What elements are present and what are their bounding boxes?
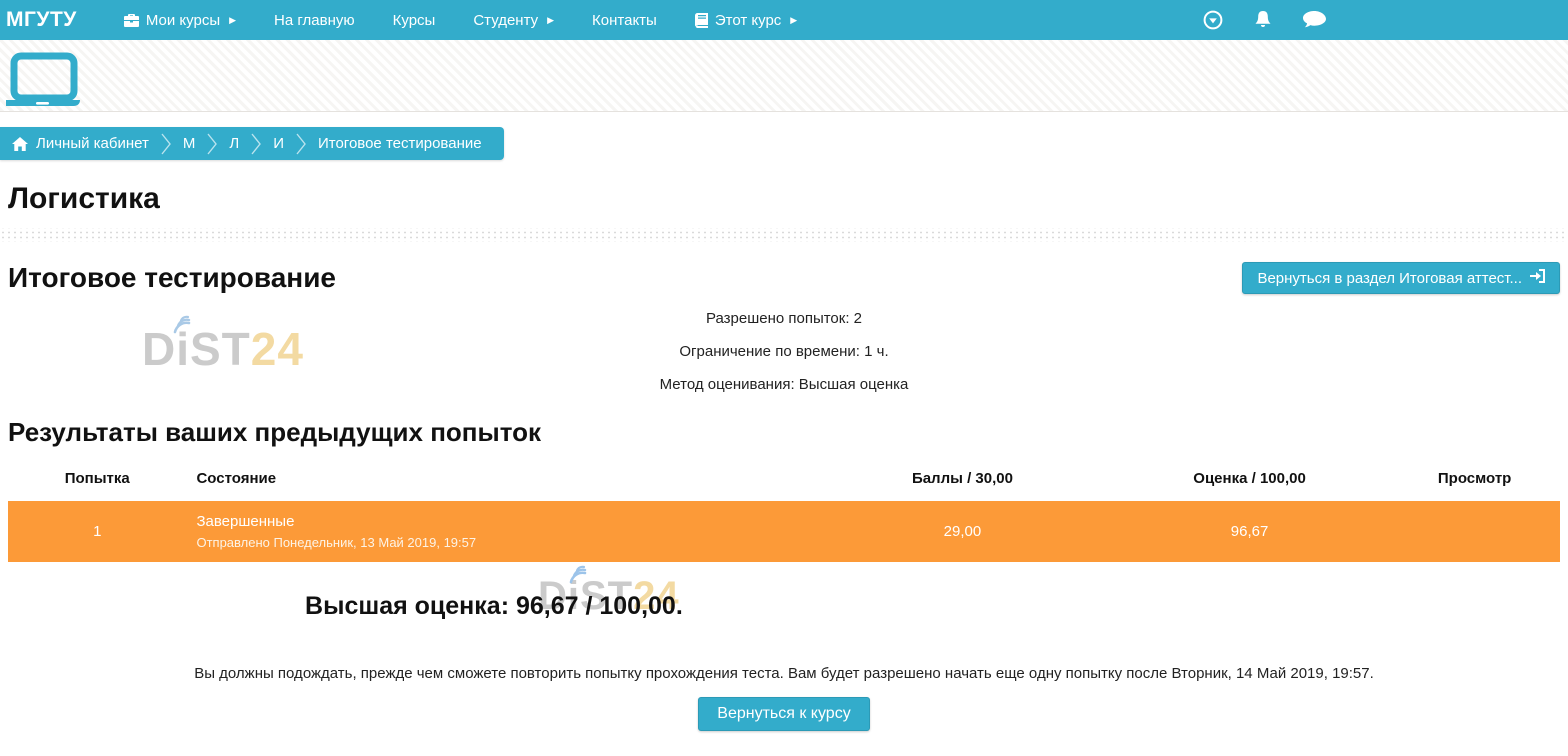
state-submitted-date: Отправлено Понедельник, 13 Май 2019, 19:… xyxy=(196,535,805,550)
final-grade-block: DiST24 Высшая оценка: 96,67 / 100,00. xyxy=(0,592,988,621)
breadcrumb-home-link[interactable]: Личный кабинет xyxy=(36,135,149,152)
chevron-separator-icon xyxy=(161,133,171,155)
back-to-section-label: Вернуться в раздел Итоговая аттест... xyxy=(1257,270,1522,287)
back-to-section-button[interactable]: Вернуться в раздел Итоговая аттест... xyxy=(1242,262,1560,294)
nav-item-my-courses[interactable]: Мои курсы ▶ xyxy=(105,0,255,40)
quiz-info-grading-method: Метод оценивания: Высшая оценка xyxy=(0,376,1568,393)
main-content: Логистика Итоговое тестирование Вернутьс… xyxy=(0,182,1568,731)
quiz-info-block: DiST24 Разрешено попыток: 2 Ограничение … xyxy=(0,310,1568,393)
quiz-title: Итоговое тестирование xyxy=(8,262,336,294)
breadcrumb-link-l[interactable]: Л xyxy=(229,135,239,152)
breadcrumb-link-m[interactable]: М xyxy=(183,135,196,152)
briefcase-icon xyxy=(124,14,139,27)
table-header-row: Попытка Состояние Баллы / 30,00 Оценка /… xyxy=(8,456,1560,501)
sign-in-arrow-icon xyxy=(1530,269,1545,287)
dotted-divider xyxy=(0,228,1568,242)
breadcrumb-link-i[interactable]: И xyxy=(273,135,284,152)
state-label: Завершенные xyxy=(196,513,805,530)
nav-items: Мои курсы ▶ На главную Курсы Студенту ▶ … xyxy=(105,0,816,40)
quiz-header-row: Итоговое тестирование Вернуться в раздел… xyxy=(8,262,1560,294)
col-header-state: Состояние xyxy=(186,456,815,501)
dist24-watermark: DiST24 xyxy=(142,326,304,372)
nav-item-label: Контакты xyxy=(592,12,657,29)
nav-item-home[interactable]: На главную xyxy=(255,0,374,40)
nav-item-label: На главную xyxy=(274,12,355,29)
breadcrumb-row: Личный кабинет М Л И Итоговое тестирован… xyxy=(0,127,1568,160)
breadcrumb: Личный кабинет М Л И Итоговое тестирован… xyxy=(0,127,504,160)
chevron-right-icon: ▶ xyxy=(229,15,236,26)
nav-item-courses[interactable]: Курсы xyxy=(374,0,455,40)
course-title: Логистика xyxy=(8,182,1560,216)
results-heading: Результаты ваших предыдущих попыток xyxy=(8,417,1560,448)
home-icon xyxy=(12,137,28,151)
brand-logo[interactable]: МГУТУ xyxy=(0,8,87,32)
chevron-separator-icon xyxy=(207,133,217,155)
nav-item-contacts[interactable]: Контакты xyxy=(573,0,676,40)
circle-arrow-down-icon[interactable] xyxy=(1203,10,1223,30)
back-to-course-label: Вернуться к курсу xyxy=(717,705,850,723)
cell-attempt-number: 1 xyxy=(8,501,186,562)
col-header-grade: Оценка / 100,00 xyxy=(1110,456,1389,501)
laptop-icon[interactable] xyxy=(4,52,84,111)
cell-state: Завершенные Отправлено Понедельник, 13 М… xyxy=(186,501,815,562)
chevron-separator-icon xyxy=(296,133,306,155)
chat-bubble-icon[interactable] xyxy=(1303,11,1326,30)
watermark-number: 24 xyxy=(251,323,304,375)
cell-review xyxy=(1389,501,1560,562)
nav-item-student[interactable]: Студенту ▶ xyxy=(454,0,573,40)
attempts-table: Попытка Состояние Баллы / 30,00 Оценка /… xyxy=(8,456,1560,562)
chevron-right-icon: ▶ xyxy=(547,15,554,26)
final-grade-text: Высшая оценка: 96,67 / 100,00. xyxy=(305,592,683,620)
col-header-marks: Баллы / 30,00 xyxy=(815,456,1110,501)
cell-grade: 96,67 xyxy=(1110,501,1389,562)
cell-marks: 29,00 xyxy=(815,501,1110,562)
back-to-course-button[interactable]: Вернуться к курсу xyxy=(698,697,869,731)
breadcrumb-current-page: Итоговое тестирование xyxy=(318,135,482,152)
nav-item-label: Курсы xyxy=(393,12,436,29)
chevron-separator-icon xyxy=(251,133,261,155)
bell-icon[interactable] xyxy=(1253,10,1273,31)
nav-item-label: Студенту xyxy=(473,12,538,29)
col-header-attempt: Попытка xyxy=(8,456,186,501)
nav-right-icons xyxy=(1203,10,1326,31)
chevron-right-icon: ▶ xyxy=(790,15,797,26)
top-navbar: МГУТУ Мои курсы ▶ На главную Курсы Студе… xyxy=(0,0,1568,40)
nav-item-label: Этот курс xyxy=(715,12,781,29)
back-to-course-row: Вернуться к курсу xyxy=(0,697,1568,731)
nav-item-this-course[interactable]: Этот курс ▶ xyxy=(676,0,816,40)
wait-message: Вы должны подождать, прежде чем сможете … xyxy=(0,665,1568,682)
nav-item-label: Мои курсы xyxy=(146,12,220,29)
table-row: 1 Завершенные Отправлено Понедельник, 13… xyxy=(8,501,1560,562)
book-icon xyxy=(695,13,708,28)
header-banner xyxy=(0,40,1568,112)
col-header-review: Просмотр xyxy=(1389,456,1560,501)
